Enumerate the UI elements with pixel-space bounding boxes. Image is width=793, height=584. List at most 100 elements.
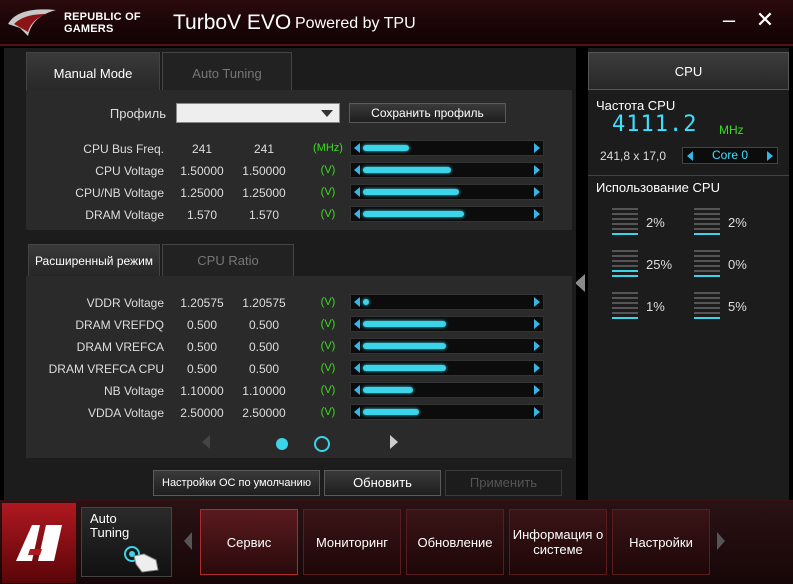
setting-value-current: 1.570	[186, 208, 218, 222]
slider-increase-icon[interactable]	[534, 165, 540, 175]
advanced-voltage-slider[interactable]	[350, 360, 544, 376]
title-bar: REPUBLIC OF GAMERS TurboV EVO Powered by…	[0, 0, 793, 46]
tab-manual-mode[interactable]: Manual Mode	[26, 52, 160, 94]
slider-decrease-icon[interactable]	[354, 407, 360, 417]
core-prev-icon[interactable]	[687, 151, 693, 161]
setting-name: CPU Bus Freq.	[83, 142, 164, 156]
touch-hand-icon	[124, 546, 159, 573]
slider-decrease-icon[interactable]	[354, 385, 360, 395]
tab-cpu[interactable]: CPU	[588, 52, 789, 90]
slider-increase-icon[interactable]	[534, 407, 540, 417]
nav-item-0[interactable]: Сервис	[200, 509, 298, 575]
slider-fill	[363, 343, 446, 349]
voltage-slider[interactable]	[350, 162, 544, 178]
tab-cpu-ratio[interactable]: CPU Ratio	[162, 244, 294, 276]
slider-fill	[363, 409, 420, 415]
usage-percent: 25%	[646, 257, 673, 272]
panel-collapse-arrow-icon[interactable]	[575, 274, 585, 292]
advanced-voltage-slider[interactable]	[350, 404, 544, 420]
refresh-button[interactable]: Обновить	[324, 470, 441, 496]
nav-next-arrow-icon[interactable]	[717, 532, 725, 550]
slider-increase-icon[interactable]	[534, 341, 540, 351]
nav-prev-arrow-icon[interactable]	[184, 532, 192, 550]
os-defaults-button[interactable]: Настройки ОС по умолчанию	[153, 470, 320, 496]
cpu-usage-label: Использование CPU	[596, 180, 720, 195]
usage-meter-icon	[694, 292, 720, 320]
usage-meter-icon	[694, 250, 720, 278]
setting-value-current: 1.20575	[180, 296, 224, 310]
bus-ratio-text: 241,8 x 17,0	[600, 149, 667, 163]
slider-decrease-icon[interactable]	[354, 187, 360, 197]
core-selector[interactable]: Core 0	[682, 147, 778, 164]
slider-increase-icon[interactable]	[534, 143, 540, 153]
app-title: TurboV EVO	[173, 11, 292, 34]
minimize-button[interactable]: –	[716, 8, 742, 34]
nav-item-3[interactable]: Информация о системе	[509, 509, 607, 575]
slider-decrease-icon[interactable]	[354, 341, 360, 351]
slider-fill	[363, 299, 369, 305]
usage-percent: 1%	[646, 299, 665, 314]
close-button[interactable]: ✕	[752, 8, 778, 34]
slider-decrease-icon[interactable]	[354, 297, 360, 307]
setting-name: NB Voltage	[103, 384, 164, 398]
slider-fill	[363, 167, 451, 173]
auto-tuning-button[interactable]: Auto Tuning	[81, 507, 172, 577]
page-indicator-1[interactable]	[276, 438, 288, 450]
slider-decrease-icon[interactable]	[354, 319, 360, 329]
slider-decrease-icon[interactable]	[354, 209, 360, 219]
apply-button[interactable]: Применить	[445, 470, 562, 496]
advanced-voltage-slider[interactable]	[350, 338, 544, 354]
voltage-slider[interactable]	[350, 140, 544, 156]
save-profile-button[interactable]: Сохранить профиль	[349, 103, 506, 123]
slider-increase-icon[interactable]	[534, 363, 540, 373]
page-next-arrow-icon[interactable]	[390, 435, 398, 449]
core-value: Core 0	[711, 148, 749, 162]
tab-auto-tuning[interactable]: Auto Tuning	[162, 52, 292, 94]
page-indicator-2[interactable]	[314, 436, 330, 452]
setting-value-current: 241	[191, 142, 213, 156]
setting-value-target: 1.20575	[242, 296, 286, 310]
core-next-icon[interactable]	[767, 151, 773, 161]
setting-value-target: 1.10000	[242, 384, 286, 398]
app-subtitle: Powered by TPU	[295, 15, 416, 32]
voltage-slider[interactable]	[350, 206, 544, 222]
setting-value-target: 1.25000	[242, 186, 286, 200]
usage-percent: 5%	[728, 299, 747, 314]
nav-item-4[interactable]: Настройки	[612, 509, 710, 575]
usage-meter-icon	[612, 292, 638, 320]
slider-increase-icon[interactable]	[534, 297, 540, 307]
setting-value-target: 1.570	[248, 208, 280, 222]
slider-decrease-icon[interactable]	[354, 363, 360, 373]
nav-item-2[interactable]: Обновление	[406, 509, 504, 575]
usage-percent: 2%	[646, 215, 665, 230]
setting-value-target: 241	[253, 142, 275, 156]
cpu-panel: CPU Частота CPU 4111.2 MHz 241,8 x 17,0 …	[588, 48, 789, 500]
brand-text: REPUBLIC OF GAMERS	[64, 11, 141, 35]
advanced-voltage-slider[interactable]	[350, 382, 544, 398]
advanced-voltage-slider[interactable]	[350, 316, 544, 332]
slider-decrease-icon[interactable]	[354, 143, 360, 153]
tab-advanced-mode[interactable]: Расширенный режим	[28, 244, 160, 276]
slider-increase-icon[interactable]	[534, 319, 540, 329]
profile-select[interactable]	[176, 103, 340, 123]
setting-name: DRAM VREFCA	[76, 340, 164, 354]
slider-fill	[363, 321, 446, 327]
page-prev-arrow-icon[interactable]	[202, 435, 210, 449]
setting-name: VDDA Voltage	[87, 406, 164, 420]
chevron-down-icon	[321, 110, 333, 117]
setting-unit: (V)	[320, 340, 336, 352]
slider-decrease-icon[interactable]	[354, 165, 360, 175]
slider-increase-icon[interactable]	[534, 209, 540, 219]
main-panel: Manual Mode Auto Tuning Профиль Сохранит…	[4, 48, 576, 500]
slider-increase-icon[interactable]	[534, 385, 540, 395]
slider-increase-icon[interactable]	[534, 187, 540, 197]
slider-fill	[363, 189, 460, 195]
advanced-voltage-slider[interactable]	[350, 294, 544, 310]
setting-unit: (V)	[320, 296, 336, 308]
nav-item-1[interactable]: Мониторинг	[303, 509, 401, 575]
setting-name: DRAM VREFCA CPU	[48, 362, 164, 376]
voltage-slider[interactable]	[350, 184, 544, 200]
usage-meter-icon	[612, 208, 638, 236]
setting-value-current: 1.10000	[180, 384, 224, 398]
setting-unit: (V)	[320, 406, 336, 418]
